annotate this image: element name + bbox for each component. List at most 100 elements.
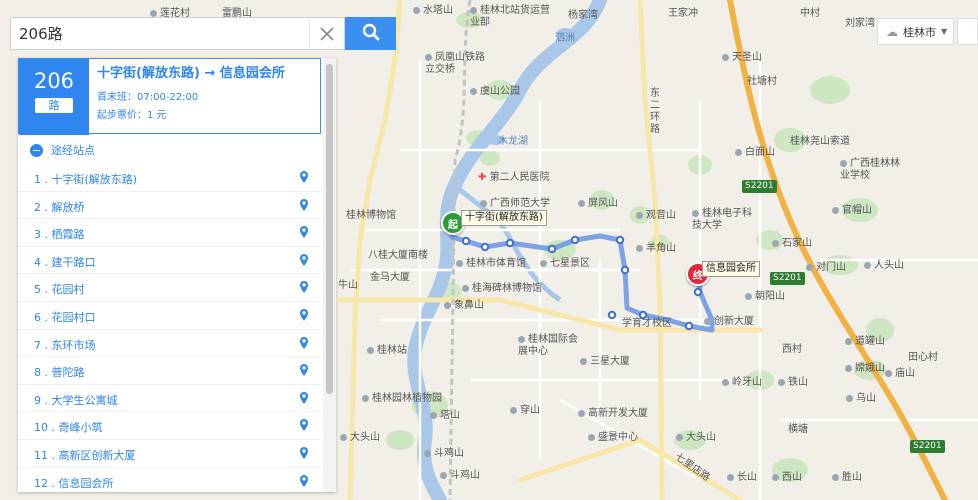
stop-item[interactable]: 2 . 解放桥 bbox=[18, 192, 321, 220]
map-label: 高新开发大厦 bbox=[578, 408, 648, 420]
map-label: 杨家湾 bbox=[568, 10, 598, 21]
map-pin-icon[interactable] bbox=[299, 308, 309, 322]
map-label: 八桂大厦南楼 bbox=[368, 250, 428, 261]
map-pin-icon[interactable] bbox=[299, 336, 309, 350]
road-shield: S2201 bbox=[910, 440, 945, 453]
map-label: 斗鸡山 bbox=[440, 470, 480, 482]
map-pin-icon[interactable] bbox=[299, 170, 309, 184]
map-label: 人头山 bbox=[864, 260, 904, 272]
map-pin-icon[interactable] bbox=[299, 280, 309, 294]
stop-item[interactable]: 8 . 普陀路 bbox=[18, 357, 321, 385]
road-shield: S2201 bbox=[770, 272, 805, 285]
route-stop-dot bbox=[547, 244, 557, 254]
route-stop-dot bbox=[480, 242, 490, 252]
map-label: 金马大厦 bbox=[370, 272, 410, 283]
stop-item[interactable]: 1 . 十字街(解放东路) bbox=[18, 164, 321, 192]
stops-title: 途经站点 bbox=[51, 144, 95, 157]
stop-item[interactable]: 4 . 建干路口 bbox=[18, 247, 321, 275]
map-label: 西山 bbox=[772, 472, 802, 484]
map-pin-icon[interactable] bbox=[299, 198, 309, 212]
stop-name: 12 . 信息园会所 bbox=[34, 476, 114, 490]
cloud-icon: ☁ bbox=[886, 24, 898, 39]
stop-item[interactable]: 12 . 信息园会所 bbox=[18, 468, 321, 492]
map-label: 道罐山 bbox=[845, 336, 885, 348]
map-pin-icon[interactable] bbox=[299, 253, 309, 267]
stop-name: 2 . 解放桥 bbox=[34, 200, 85, 214]
route-badge: 206 路 bbox=[19, 59, 89, 135]
search-input[interactable] bbox=[10, 17, 309, 50]
map-label: 岭牙山 bbox=[722, 377, 762, 389]
map-label: 桂海碑林博物馆 bbox=[462, 283, 542, 295]
stops-toggle[interactable]: 途经站点 bbox=[30, 142, 95, 158]
map-label: 观音山 bbox=[636, 210, 676, 222]
map-label: 桂林电子科技大学 bbox=[692, 208, 752, 231]
stop-name: 11 . 高新区创新大厦 bbox=[34, 448, 136, 462]
route-card[interactable]: 206 路 十字街(解放东路) → 信息园会所 首末班：07:00-22:00 … bbox=[18, 58, 321, 135]
search-bar bbox=[10, 17, 396, 50]
stop-name: 7 . 东环市场 bbox=[34, 338, 96, 352]
map-label: 大头山 bbox=[676, 432, 716, 444]
map-label: 西村 bbox=[782, 344, 802, 355]
map-label: 桂林博物馆 bbox=[346, 210, 396, 221]
stop-name: 5 . 花园村 bbox=[34, 283, 85, 297]
stop-name: 4 . 建干路口 bbox=[34, 255, 96, 269]
map-label: 羊角山 bbox=[636, 243, 676, 255]
map-label: 学育才校区 bbox=[622, 318, 672, 329]
search-button[interactable] bbox=[345, 17, 396, 50]
city-name: 桂林市 bbox=[903, 25, 936, 39]
map-label: 盛景中心 bbox=[588, 432, 638, 444]
stop-item[interactable]: 9 . 大学生公寓城 bbox=[18, 385, 321, 413]
map-label: 石家山 bbox=[772, 238, 812, 250]
map-label: 东二环路 bbox=[650, 88, 660, 135]
stop-item[interactable]: 11 . 高新区创新大厦 bbox=[18, 440, 321, 468]
map-label: 官帽山 bbox=[832, 205, 872, 217]
stop-item[interactable]: 7 . 东环市场 bbox=[18, 330, 321, 358]
map-label: 社塘村 bbox=[747, 76, 777, 87]
route-stop-dot bbox=[505, 238, 515, 248]
stop-name: 3 . 栖霞路 bbox=[34, 228, 85, 242]
route-stop-dot bbox=[693, 287, 703, 297]
map-label: 桂林国际会展中心 bbox=[518, 334, 578, 357]
panel-scrollbar[interactable] bbox=[323, 58, 336, 492]
map-label: 虞山公园 bbox=[470, 86, 520, 98]
map-label: 桂林尧山索道 bbox=[790, 136, 850, 147]
map-label: 桂林市体育馆 bbox=[456, 258, 526, 270]
route-stop-dot bbox=[684, 321, 694, 331]
map-pin-icon[interactable] bbox=[299, 446, 309, 460]
close-icon bbox=[320, 22, 334, 46]
scrollbar-thumb[interactable] bbox=[326, 64, 333, 394]
map-label: 广西师范大学 bbox=[480, 198, 550, 210]
route-stop-dot bbox=[570, 235, 580, 245]
map-label: 穿山 bbox=[510, 405, 540, 417]
map-label: 塔山 bbox=[430, 410, 460, 422]
map-label: 铁山 bbox=[778, 377, 808, 389]
map-label: 刘家湾 bbox=[845, 18, 875, 29]
map-label: 牛山 bbox=[338, 280, 358, 291]
route-title[interactable]: 十字街(解放东路) → 信息园会所 bbox=[97, 62, 285, 81]
road-shield: S2201 bbox=[742, 180, 777, 193]
stop-item[interactable]: 6 . 花园村口 bbox=[18, 302, 321, 330]
map-label: 桂林北站货运营业部 bbox=[470, 5, 550, 28]
map-label: 桂林园林植物园 bbox=[362, 393, 442, 405]
collapse-icon bbox=[30, 143, 43, 157]
map-label: ✚ 第二人民医院 bbox=[478, 172, 550, 183]
map-label: 凤凰山铁路立交桥 bbox=[425, 52, 485, 75]
map-label: 泗洲 bbox=[555, 33, 575, 44]
map-pin-icon[interactable] bbox=[299, 474, 309, 488]
map-label: 桂林站 bbox=[367, 345, 407, 357]
stop-name: 8 . 普陀路 bbox=[34, 366, 85, 380]
map-pin-icon[interactable] bbox=[299, 391, 309, 405]
map-pin-icon[interactable] bbox=[299, 363, 309, 377]
stop-item[interactable]: 5 . 花园村 bbox=[18, 274, 321, 302]
search-icon bbox=[362, 23, 380, 44]
map-label: 象鼻山 bbox=[444, 300, 484, 312]
stop-item[interactable]: 3 . 栖霞路 bbox=[18, 219, 321, 247]
city-selector[interactable]: ☁ 桂林市 ▼ bbox=[877, 18, 954, 45]
map-pin-icon[interactable] bbox=[299, 418, 309, 432]
toolbox-button[interactable] bbox=[957, 18, 978, 45]
map-label: 屏风山 bbox=[578, 198, 618, 210]
map-pin-icon[interactable] bbox=[299, 225, 309, 239]
stop-item[interactable]: 10 . 奇峰小筑 bbox=[18, 412, 321, 440]
map-label: 广西桂林林业学校 bbox=[840, 158, 900, 181]
clear-button[interactable] bbox=[309, 17, 345, 50]
